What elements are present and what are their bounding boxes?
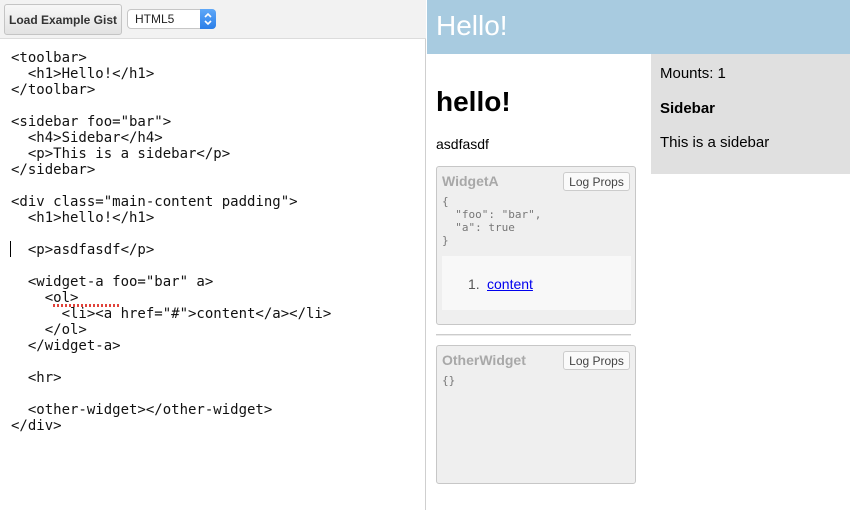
preview-toolbar: Hello! bbox=[427, 0, 850, 54]
code-line: </ol> bbox=[11, 322, 87, 338]
props-line: { bbox=[442, 195, 449, 208]
sidebar-text: This is a sidebar bbox=[660, 134, 770, 151]
preview-sidebar: Mounts: 1 Sidebar This is a sidebar bbox=[651, 54, 850, 174]
mode-select[interactable]: HTML5 bbox=[127, 9, 216, 29]
code-line: </widget-a> bbox=[11, 338, 121, 354]
code-line: </sidebar> bbox=[11, 162, 96, 178]
other-widget: OtherWidget Log Props {} bbox=[436, 345, 636, 484]
text-cursor bbox=[10, 241, 11, 257]
code-line: </div> bbox=[11, 418, 62, 434]
props-line: "foo": "bar", bbox=[442, 208, 542, 221]
chevron-up-down-icon bbox=[200, 9, 216, 29]
code-line: <div class="main-content padding"> bbox=[11, 194, 298, 210]
code-line: <other-widget></other-widget> bbox=[11, 402, 273, 418]
code-line: <hr> bbox=[11, 370, 62, 386]
other-widget-log-props-button[interactable]: Log Props bbox=[563, 351, 630, 370]
code-line: <widget-a foo="bar" a> bbox=[11, 274, 214, 290]
spellcheck-underline bbox=[53, 304, 119, 307]
code-line: <h1>Hello!</h1> bbox=[11, 66, 155, 82]
code-line: <p>This is a sidebar</p> bbox=[11, 146, 231, 162]
preview-pane: Hello! Mounts: 1 Sidebar This is a sideb… bbox=[427, 0, 850, 510]
other-widget-title: OtherWidget bbox=[442, 352, 526, 368]
code-line: <h1>hello!</h1> bbox=[11, 210, 155, 226]
main-heading: hello! bbox=[436, 86, 511, 117]
code-line: <toolbar> bbox=[11, 50, 87, 66]
widget-a-title: WidgetA bbox=[442, 173, 499, 189]
props-line: "a": true bbox=[442, 221, 515, 234]
code-line: <h4>Sidebar</h4> bbox=[11, 130, 163, 146]
code-line: </toolbar> bbox=[11, 82, 96, 98]
code-editor-pane: Load Example Gist HTML5 <toolbar> <h1>He… bbox=[0, 0, 426, 510]
main-paragraph: asdfasdf bbox=[436, 136, 489, 152]
props-line: {} bbox=[442, 374, 456, 387]
horizontal-rule bbox=[436, 334, 631, 336]
widget-a: WidgetA Log Props { "foo": "bar", "a": t… bbox=[436, 166, 636, 325]
mode-select-value: HTML5 bbox=[135, 12, 175, 26]
widget-a-content: 1. content bbox=[442, 256, 631, 310]
editor-toolbar: Load Example Gist HTML5 bbox=[0, 0, 426, 39]
mount-count: Mounts: 1 bbox=[660, 65, 726, 82]
content-link[interactable]: content bbox=[487, 276, 533, 292]
code-text-area[interactable]: <toolbar> <h1>Hello!</h1> </toolbar> <si… bbox=[0, 48, 426, 508]
widget-a-log-props-button[interactable]: Log Props bbox=[563, 172, 630, 191]
code-line: <p>asdfasdf</p> bbox=[11, 242, 155, 258]
toolbar-title: Hello! bbox=[436, 10, 508, 41]
code-line: <li><a href="#">content</a></li> bbox=[11, 306, 332, 322]
load-example-gist-button[interactable]: Load Example Gist bbox=[4, 4, 122, 35]
list-item-number: 1. bbox=[468, 276, 480, 292]
code-line: <sidebar foo="bar"> bbox=[11, 114, 172, 130]
props-line: } bbox=[442, 234, 449, 247]
sidebar-heading: Sidebar bbox=[660, 100, 716, 117]
